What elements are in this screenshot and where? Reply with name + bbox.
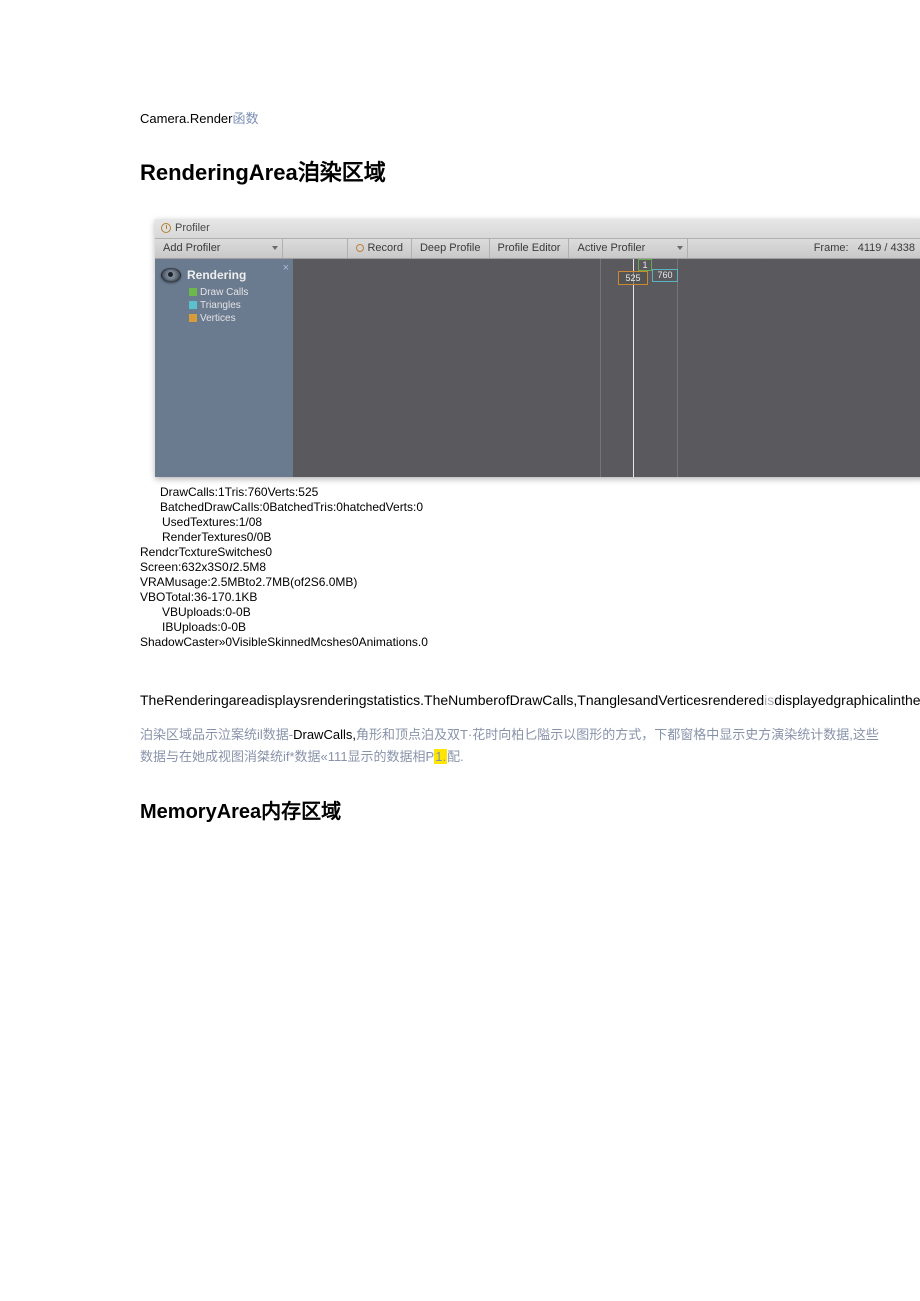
profiler-panel: Profiler Add Profiler Record Deep Profil… (155, 219, 920, 477)
sidebar-title: Rendering (187, 267, 246, 284)
square-icon (189, 314, 197, 322)
profile-editor-label: Profile Editor (498, 241, 561, 256)
record-icon (356, 244, 364, 252)
toolbar-spacer (283, 239, 348, 258)
description-paragraph-cn: 泊染区域品示泣案统il数据-DrawCalls,角形和顶点泊及双T·花时向柏匕隘… (140, 724, 880, 768)
legend-draw-calls[interactable]: Draw Calls (189, 286, 287, 299)
graph-value-525: 525 (618, 271, 648, 285)
chevron-down-icon (272, 246, 278, 250)
frame-value: 4119 / 4338 (858, 242, 915, 254)
frame-counter: Frame: 4119 / 4338 (804, 241, 920, 256)
record-label: Record (367, 241, 402, 256)
profiler-graph[interactable]: 1 525 760 (293, 259, 920, 477)
profiler-titlebar: Profiler (155, 219, 920, 239)
profiler-title: Profiler (175, 221, 210, 236)
profiler-body: × Rendering Draw Calls Triangles Vertice… (155, 259, 920, 477)
deep-profile-label: Deep Profile (420, 241, 481, 256)
active-profiler-dropdown[interactable]: Active Profiler (569, 239, 688, 258)
legend-triangles[interactable]: Triangles (189, 299, 287, 312)
profile-editor-button[interactable]: Profile Editor (490, 239, 570, 258)
stat-line: IBUploads:0-0B (162, 620, 880, 635)
graph-value-760: 760 (652, 269, 678, 282)
legend: Draw Calls Triangles Vertices (189, 286, 287, 325)
stat-line: Screen:632x3S0I2.5M8 (140, 560, 880, 575)
profiler-sidebar: × Rendering Draw Calls Triangles Vertice… (155, 259, 293, 477)
sidebar-header: Rendering (161, 267, 287, 284)
description-paragraph-en: TheRenderingareadisplaysrenderingstatist… (140, 688, 880, 714)
rendering-stats-block: DrawCalls:1Tris:760Verts:525 BatchedDraw… (140, 485, 880, 650)
frame-label: Frame: (814, 242, 849, 254)
profiler-toolbar: Add Profiler Record Deep Profile Profile… (155, 239, 920, 259)
context-line: Camera.Render函数 (140, 110, 880, 128)
stat-line: DrawCalls:1Tris:760Verts:525 (160, 485, 880, 500)
active-profiler-label: Active Profiler (577, 241, 645, 256)
chevron-down-icon (677, 246, 683, 250)
render-icon (161, 268, 181, 282)
camera-render-text: Camera.Render (140, 111, 233, 126)
stat-line: ShadowCaster»0VisibleSkinnedMcshes0Anima… (140, 635, 880, 650)
deep-profile-button[interactable]: Deep Profile (412, 239, 490, 258)
memory-area-heading: MemoryArea内存区域 (140, 798, 880, 826)
stat-line: UsedTextures:1/08 (162, 515, 880, 530)
stat-line: VBOTotal:36-170.1KB (140, 590, 880, 605)
stat-line: VRAMusage:2.5MBto2.7MB(of2S6.0MB) (140, 575, 880, 590)
add-profiler-label: Add Profiler (163, 241, 220, 256)
selection-overlay (600, 259, 678, 477)
rendering-area-heading: RenderingArea洎染区域 (140, 158, 880, 189)
scrub-line (633, 259, 634, 477)
highlight: 1. (434, 749, 447, 764)
fn-suffix-link[interactable]: 函数 (233, 111, 259, 126)
square-icon (189, 301, 197, 309)
square-icon (189, 288, 197, 296)
stat-line: BatchedDrawCaIls:0BatchedTris:0hatchedVe… (160, 500, 880, 515)
clock-icon (161, 223, 171, 233)
add-profiler-dropdown[interactable]: Add Profiler (155, 239, 283, 258)
close-icon[interactable]: × (283, 261, 289, 276)
record-button[interactable]: Record (348, 239, 411, 258)
stat-line: RendcrTcxtureSwitches0 (140, 545, 880, 560)
legend-vertices[interactable]: Vertices (189, 312, 287, 325)
stat-line: VBUploads:0-0B (162, 605, 880, 620)
graph-value-top: 1 (638, 259, 652, 271)
stat-line: RenderTextures0/0B (162, 530, 880, 545)
